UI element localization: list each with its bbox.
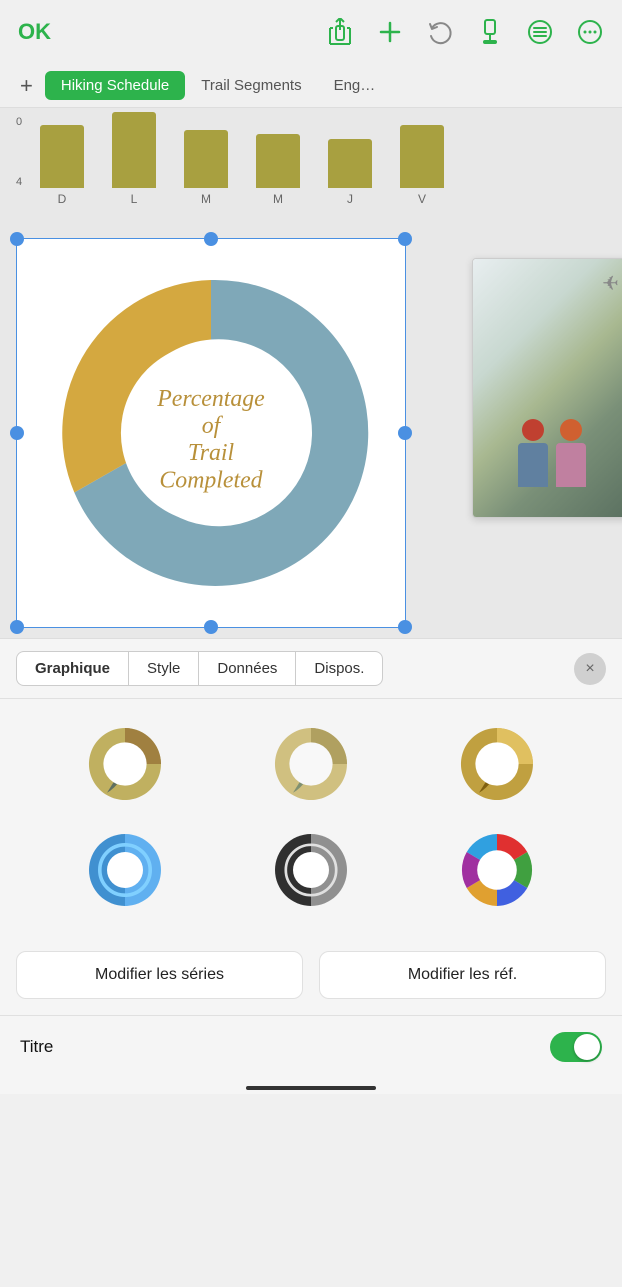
y-label-bottom: 0 <box>16 116 22 128</box>
tab-bar: + Hiking Schedule Trail Segments Eng… <box>0 64 622 108</box>
bar-chart-area: 4 0 D L M M J V <box>0 108 622 228</box>
tab-dispos[interactable]: Dispos. <box>295 651 383 686</box>
canvas-area[interactable]: Percentage of Trail Completed ✈ <box>0 228 622 638</box>
bar-d <box>40 125 84 188</box>
bar-j <box>328 139 372 188</box>
photo-container: ✈ <box>472 258 622 518</box>
action-buttons: Modifier les séries Modifier les réf. <box>0 935 622 1015</box>
svg-text:Percentage: Percentage <box>156 386 265 412</box>
home-indicator-bar <box>246 1086 376 1090</box>
modify-series-button[interactable]: Modifier les séries <box>16 951 303 999</box>
bar-label-v: V <box>418 192 426 206</box>
bar-m1 <box>184 130 228 188</box>
title-row: Titre <box>0 1015 622 1078</box>
bar-m2 <box>256 134 300 188</box>
donut-chart-svg: Percentage of Trail Completed <box>41 263 381 603</box>
bar-col-6: V <box>400 125 444 206</box>
bar-label-d: D <box>58 192 67 206</box>
undo-icon[interactable] <box>426 18 454 46</box>
y-label-top: 4 <box>16 176 22 188</box>
bar-label-l: L <box>131 192 138 206</box>
handle-middle-right[interactable] <box>398 426 412 440</box>
bar-col-4: M <box>256 134 300 206</box>
add-sheet-button[interactable]: + <box>8 73 45 99</box>
handle-bottom-left[interactable] <box>10 620 24 634</box>
share-icon[interactable] <box>326 18 354 46</box>
chart-type-tabs: Graphique Style Données Dispos. × <box>0 639 622 699</box>
bar-v <box>400 125 444 188</box>
tab-trail-segments[interactable]: Trail Segments <box>185 71 317 100</box>
bar-label-m2: M <box>273 192 283 206</box>
bottom-panel: Graphique Style Données Dispos. × <box>0 638 622 1094</box>
title-toggle[interactable] <box>550 1032 602 1062</box>
style-option-5[interactable] <box>226 825 396 915</box>
toggle-knob <box>574 1034 600 1060</box>
bar-col-2: L <box>112 112 156 206</box>
add-icon[interactable] <box>376 18 404 46</box>
style-option-4[interactable] <box>40 825 210 915</box>
tab-graphique[interactable]: Graphique <box>16 651 128 686</box>
title-label: Titre <box>20 1037 550 1057</box>
bar-chart: D L M M J V <box>16 116 606 206</box>
handle-bottom-middle[interactable] <box>204 620 218 634</box>
person-1-body <box>518 443 548 487</box>
person-1 <box>518 419 548 487</box>
handle-bottom-right[interactable] <box>398 620 412 634</box>
tab-style[interactable]: Style <box>128 651 199 686</box>
bar-label-m1: M <box>201 192 211 206</box>
bar-l <box>112 112 156 188</box>
bar-label-j: J <box>347 192 353 206</box>
person-2-head <box>560 419 582 441</box>
bird-icon: ✈ <box>602 271 619 296</box>
handle-top-right[interactable] <box>398 232 412 246</box>
photo-image: ✈ <box>473 259 622 517</box>
bar-col-1: D <box>40 125 84 206</box>
style-option-6[interactable] <box>412 825 582 915</box>
bar-col-5: J <box>328 139 372 206</box>
svg-text:Trail: Trail <box>188 440 235 466</box>
handle-top-middle[interactable] <box>204 232 218 246</box>
handle-top-left[interactable] <box>10 232 24 246</box>
person-2-body <box>556 443 586 487</box>
person-1-head <box>522 419 544 441</box>
home-indicator <box>0 1078 622 1094</box>
modify-ref-button[interactable]: Modifier les réf. <box>319 951 606 999</box>
person-2 <box>556 419 586 487</box>
menu-lines-icon[interactable] <box>526 18 554 46</box>
bar-col-3: M <box>184 130 228 206</box>
people-silhouette <box>518 419 586 487</box>
toolbar: OK <box>0 0 622 64</box>
style-option-2[interactable] <box>226 719 396 809</box>
ok-button[interactable]: OK <box>18 19 51 45</box>
paint-icon[interactable] <box>476 18 504 46</box>
more-icon[interactable] <box>576 18 604 46</box>
close-button[interactable]: × <box>574 653 606 685</box>
style-option-3[interactable] <box>412 719 582 809</box>
bar-y-axis: 4 0 <box>16 116 22 188</box>
tab-donnees[interactable]: Données <box>199 651 295 686</box>
tab-eng[interactable]: Eng… <box>318 71 392 100</box>
toolbar-actions <box>326 18 604 46</box>
style-option-1[interactable] <box>40 719 210 809</box>
handle-middle-left[interactable] <box>10 426 24 440</box>
style-grid <box>0 699 622 935</box>
donut-chart-container[interactable]: Percentage of Trail Completed <box>16 238 406 628</box>
svg-text:Completed: Completed <box>159 467 262 493</box>
tab-hiking-schedule[interactable]: Hiking Schedule <box>45 71 185 100</box>
